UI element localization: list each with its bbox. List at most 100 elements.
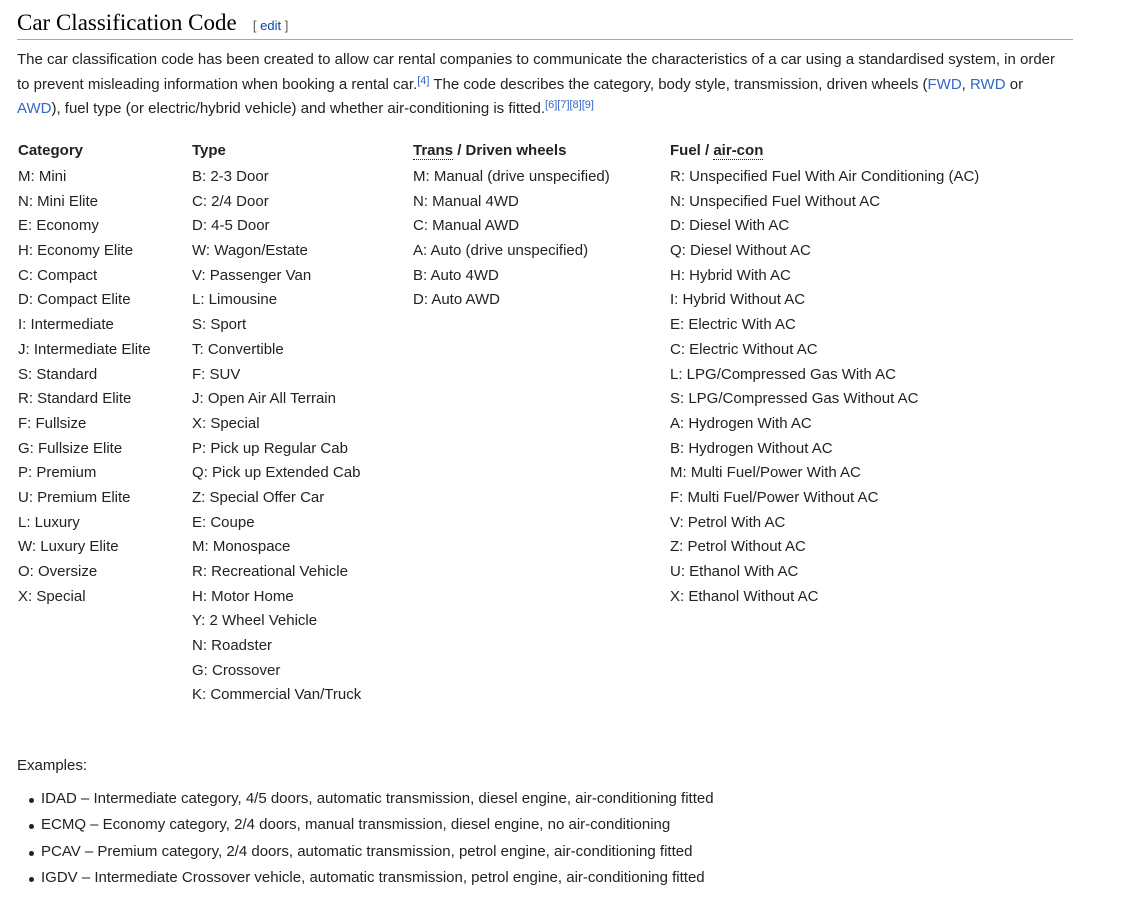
fuel-item: Q: Diesel Without AC: [670, 242, 811, 260]
category-item: I: Intermediate: [18, 316, 114, 334]
citation-4[interactable]: [4]: [417, 75, 429, 87]
type-item: T: Convertible: [192, 340, 284, 358]
trans-header: Trans / Driven wheels: [413, 141, 610, 161]
fuel-item: Z: Petrol Without AC: [670, 538, 806, 556]
type-item: R: Recreational Vehicle: [192, 563, 348, 580]
examples-label: Examples:: [17, 757, 88, 774]
category-item: O: Oversize: [18, 563, 98, 580]
fwd-link[interactable]: FWD: [928, 76, 962, 93]
fuel-item: X: Ethanol Without AC: [670, 587, 819, 605]
fuel-item: L: LPG/Compressed Gas With AC: [670, 365, 896, 383]
trans-item: A: Auto (drive unspecified): [413, 242, 589, 260]
category-item: C: Compact: [18, 266, 98, 284]
trans-item: B: Auto 4WD: [413, 266, 499, 284]
category-item: N: Mini Elite: [18, 192, 99, 210]
fuel-item: S: LPG/Compressed Gas Without AC: [670, 390, 919, 408]
type-item: J: Open Air All Terrain: [192, 390, 336, 408]
edit-section: [ edit ]: [253, 18, 288, 33]
category-item: X: Special: [18, 587, 86, 605]
type-item: B: 2-3 Door: [192, 168, 269, 185]
edit-bracket-open: [: [252, 18, 257, 33]
example-text: IDAD – Intermediate category, 4/5 doors,…: [41, 790, 714, 807]
type-item: Z: Special Offer Car: [192, 488, 325, 506]
citation-7[interactable]: [7]: [557, 99, 569, 111]
fuel-item: B: Hydrogen Without AC: [670, 439, 833, 457]
citation-6[interactable]: [6]: [545, 99, 557, 111]
type-item: V: Passenger Van: [192, 266, 312, 284]
trans-item: M: Manual (drive unspecified): [413, 168, 610, 185]
fuel-header-pre: Fuel /: [670, 142, 714, 159]
examples-list: IDAD – Intermediate category, 4/5 doors,…: [17, 786, 714, 891]
category-item: H: Economy Elite: [18, 242, 134, 260]
type-column: Type B: 2-3 Door C: 2/4 Door D: 4-5 Door W:…: [192, 141, 361, 708]
bullet-icon: [29, 876, 34, 882]
trans-column: Trans / Driven wheels M: Manual (drive u…: [413, 141, 610, 313]
category-item: S: Standard: [18, 365, 98, 383]
trans-item: N: Manual 4WD: [413, 192, 519, 210]
category-item: E: Economy: [18, 217, 99, 235]
category-item: M: Mini: [18, 168, 67, 185]
category-item: J: Intermediate Elite: [18, 340, 151, 358]
fuel-item: A: Hydrogen With AC: [670, 414, 812, 432]
fuel-item: I: Hybrid Without AC: [670, 291, 806, 309]
fuel-item: R: Unspecified Fuel With Air Conditionin…: [670, 168, 980, 185]
type-item: K: Commercial Van/Truck: [192, 686, 362, 704]
type-item: X: Special: [192, 414, 260, 432]
intro-text-3: ), fuel type (or electric/hybrid vehicle…: [51, 100, 546, 117]
fuel-item: C: Electric Without AC: [670, 340, 818, 358]
category-item: F: Fullsize: [18, 414, 87, 432]
type-item: G: Crossover: [192, 661, 281, 679]
example-item: IDAD – Intermediate category, 4/5 doors,…: [17, 786, 714, 812]
category-header: Category: [18, 142, 84, 159]
type-item: M: Monospace: [192, 538, 291, 556]
intro-sep-2: or: [1005, 75, 1024, 93]
category-item: W: Luxury Elite: [18, 538, 119, 556]
section-title: Car Classification Code: [17, 10, 237, 35]
fuel-item: D: Diesel With AC: [670, 217, 790, 235]
type-item: E: Coupe: [192, 513, 255, 531]
type-item: F: SUV: [192, 365, 241, 383]
category-item: U: Premium Elite: [18, 488, 131, 506]
fuel-item: H: Hybrid With AC: [670, 266, 791, 284]
category-item: D: Compact Elite: [18, 291, 131, 309]
citation-8[interactable]: [8]: [570, 99, 582, 111]
aircon-abbr: air-con: [713, 142, 764, 160]
fuel-item: U: Ethanol With AC: [670, 563, 799, 580]
type-item: L: Limousine: [192, 291, 278, 309]
example-item: PCAV – Premium category, 2/4 doors, auto…: [17, 839, 714, 865]
intro-paragraph: The car classification code has been cre…: [17, 48, 1057, 122]
example-item: IGDV – Intermediate Crossover vehicle, a…: [17, 865, 714, 891]
type-item: W: Wagon/Estate: [192, 242, 308, 260]
intro-sep-1: ,: [961, 75, 970, 93]
example-text: IGDV – Intermediate Crossover vehicle, a…: [41, 868, 705, 886]
trans-abbr: Trans: [413, 142, 454, 160]
example-text: ECMQ – Economy category, 2/4 doors, manu…: [41, 816, 671, 834]
type-item: S: Sport: [192, 316, 247, 334]
category-item: R: Standard Elite: [18, 390, 132, 408]
fuel-item: E: Electric With AC: [670, 316, 796, 334]
type-item: N: Roadster: [192, 637, 273, 655]
awd-link[interactable]: AWD: [17, 100, 51, 117]
type-item: H: Motor Home: [192, 587, 294, 605]
type-item: Q: Pick up Extended Cab: [192, 464, 361, 482]
fuel-item: F: Multi Fuel/Power Without AC: [670, 488, 879, 506]
example-text: PCAV – Premium category, 2/4 doors, auto…: [41, 842, 693, 860]
fuel-item: M: Multi Fuel/Power With AC: [670, 464, 861, 482]
fuel-column: Fuel / air-con R: Unspecified Fuel With …: [670, 141, 979, 609]
category-item: P: Premium: [18, 464, 97, 482]
type-item: P: Pick up Regular Cab: [192, 439, 348, 457]
intro-text-2: The code describes the category, body st…: [429, 75, 928, 93]
section-heading: Car Classification Code [ edit ]: [17, 6, 1073, 40]
type-item: Y: 2 Wheel Vehicle: [192, 612, 318, 630]
edit-link[interactable]: edit: [260, 18, 281, 33]
trans-item: D: Auto AWD: [413, 291, 500, 309]
fuel-header: Fuel / air-con: [670, 141, 979, 161]
citation-9[interactable]: [9]: [582, 99, 594, 111]
fuel-item: V: Petrol With AC: [670, 513, 786, 531]
type-item: D: 4-5 Door: [192, 217, 270, 235]
rwd-link[interactable]: RWD: [970, 76, 1006, 93]
type-header: Type: [192, 142, 226, 159]
trans-item: C: Manual AWD: [413, 217, 520, 235]
bullet-icon: [29, 798, 34, 803]
bullet-icon: [29, 824, 34, 830]
